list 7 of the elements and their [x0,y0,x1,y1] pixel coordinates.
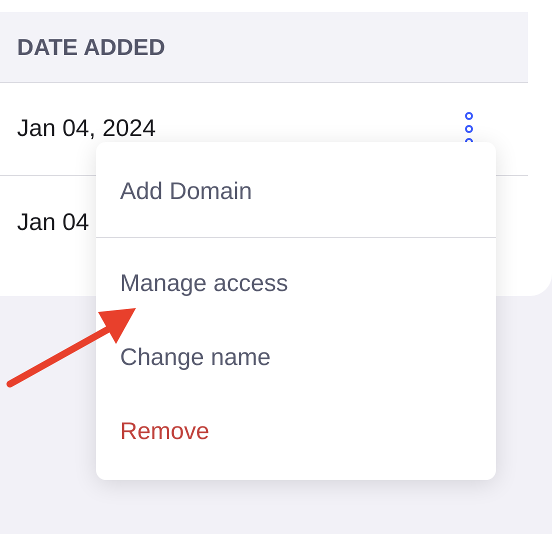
column-header: DATE ADDED [17,32,166,62]
menu-item[interactable]: Add Domain [96,164,496,220]
menu-item[interactable]: Remove [96,404,496,460]
menu-item[interactable]: Change name [96,330,496,386]
date-cell-text: Jan 04 [17,208,90,238]
date-cell-text: Jan 04, 2024 [17,114,156,144]
menu-item[interactable]: Manage access [96,256,496,312]
